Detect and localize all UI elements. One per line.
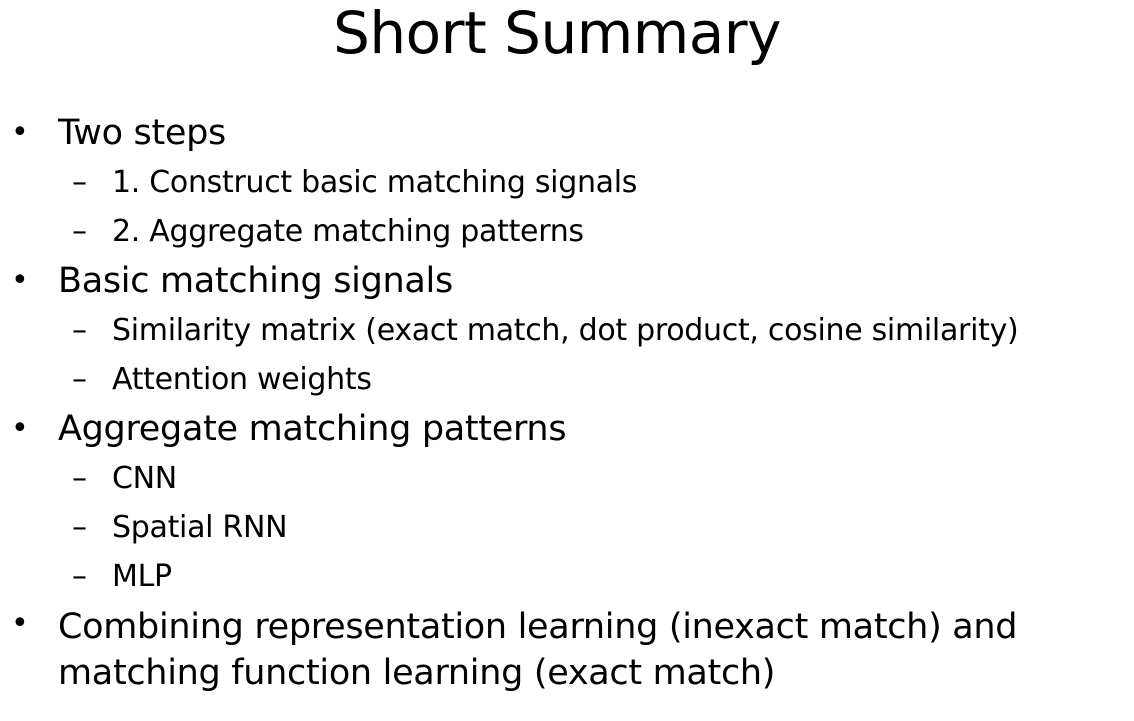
- sub-bullet-text: Similarity matrix (exact match, dot prod…: [112, 313, 1019, 348]
- sub-bullet-item: – 2. Aggregate matching patterns: [0, 207, 1134, 256]
- sub-bullet-item: – Spatial RNN: [0, 503, 1134, 552]
- bullet-list: • Two steps – 1. Construct basic matchin…: [0, 108, 1134, 696]
- dash-icon: –: [72, 461, 87, 496]
- sub-bullet-text: Attention weights: [112, 362, 372, 397]
- sub-bullet-text: 1. Construct basic matching signals: [112, 165, 638, 200]
- dash-icon: –: [72, 510, 87, 545]
- bullet-item-two-steps: • Two steps: [0, 108, 1134, 158]
- bullet-text: Two steps: [58, 113, 226, 153]
- dash-icon: –: [72, 313, 87, 348]
- sub-bullet-item: – 1. Construct basic matching signals: [0, 158, 1134, 207]
- sub-bullet-text: Spatial RNN: [112, 510, 288, 545]
- dash-icon: –: [72, 362, 87, 397]
- sub-bullet-item: – Similarity matrix (exact match, dot pr…: [0, 306, 1134, 355]
- bullet-item-combining: • Combining representation learning (ine…: [0, 601, 1128, 696]
- bullet-icon: •: [11, 606, 29, 641]
- sub-bullet-text: 2. Aggregate matching patterns: [112, 214, 584, 249]
- sub-bullet-text: MLP: [112, 559, 172, 594]
- dash-icon: –: [72, 559, 87, 594]
- dash-icon: –: [72, 214, 87, 249]
- bullet-text: Basic matching signals: [58, 261, 453, 301]
- sub-bullet-item: – MLP: [0, 552, 1134, 601]
- slide-title: Short Summary: [333, 0, 781, 67]
- bullet-text: Combining representation learning (inexa…: [58, 607, 1018, 693]
- slide: Short Summary • Two steps – 1. Construct…: [0, 0, 1134, 721]
- sub-bullet-item: – Attention weights: [0, 355, 1134, 404]
- bullet-text: Aggregate matching patterns: [58, 409, 567, 449]
- bullet-icon: •: [11, 263, 29, 298]
- bullet-icon: •: [11, 115, 29, 150]
- sub-bullet-item: – CNN: [0, 454, 1134, 503]
- sub-bullet-text: CNN: [112, 461, 177, 496]
- bullet-icon: •: [11, 411, 29, 446]
- bullet-item-aggregate-matching-patterns: • Aggregate matching patterns: [0, 404, 1134, 454]
- dash-icon: –: [72, 165, 87, 200]
- bullet-item-basic-matching-signals: • Basic matching signals: [0, 256, 1134, 306]
